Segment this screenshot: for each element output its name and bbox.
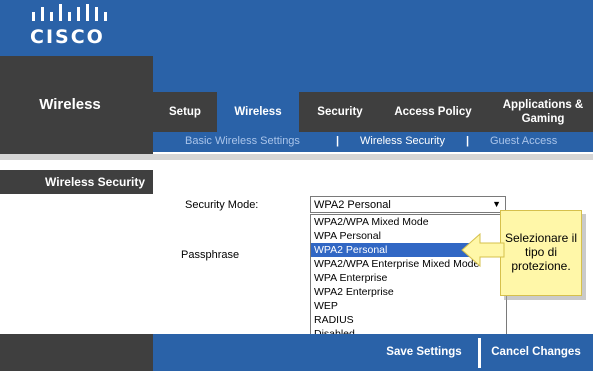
passphrase-label: Passphrase [181, 249, 240, 261]
sidebar-label: Wireless Security [0, 170, 153, 194]
chevron-down-icon: ▼ [492, 199, 501, 209]
tab-setup[interactable]: Setup [153, 92, 217, 132]
security-mode-label: Security Mode: [185, 199, 259, 211]
security-mode-select[interactable]: WPA2 Personal ▼ [310, 196, 506, 213]
subtab-guest-access[interactable]: Guest Access [490, 135, 557, 147]
arrow-left-icon [461, 232, 505, 268]
cisco-bars-icon [32, 4, 107, 21]
sub-tabs: Basic Wireless Settings | Wireless Secur… [153, 132, 593, 152]
subtab-separator: | [466, 135, 470, 147]
button-divider [478, 338, 481, 368]
dropdown-option[interactable]: WPA2 Enterprise [311, 285, 506, 299]
dropdown-option[interactable]: WPA Enterprise [311, 271, 506, 285]
tab-applications-gaming[interactable]: Applications & Gaming [497, 92, 589, 132]
subtab-wireless-security[interactable]: Wireless Security [360, 135, 445, 147]
header-bar: CISCO [0, 0, 593, 56]
dropdown-option[interactable]: RADIUS [311, 313, 506, 327]
subtab-basic-wireless-settings[interactable]: Basic Wireless Settings [185, 135, 300, 147]
dropdown-option[interactable]: WEP [311, 299, 506, 313]
save-settings-button[interactable]: Save Settings [380, 343, 468, 361]
cisco-logo: CISCO [30, 4, 110, 50]
nav-band [153, 56, 593, 92]
main-tabs: Setup Wireless Security Access Policy Ap… [153, 92, 593, 132]
cancel-changes-button[interactable]: Cancel Changes [486, 343, 586, 361]
subtab-separator: | [336, 135, 340, 147]
tab-security[interactable]: Security [299, 92, 381, 132]
dropdown-option[interactable]: WPA2/WPA Mixed Mode [311, 215, 506, 229]
tab-access-policy[interactable]: Access Policy [381, 92, 485, 132]
help-callout: Selezionare il tipo di protezione. [500, 210, 582, 296]
security-mode-value: WPA2 Personal [314, 199, 391, 211]
sidebar-blank [0, 194, 153, 334]
page-title: Wireless [39, 96, 101, 113]
cisco-wordmark: CISCO [30, 26, 105, 48]
tab-wireless[interactable]: Wireless [217, 92, 299, 132]
